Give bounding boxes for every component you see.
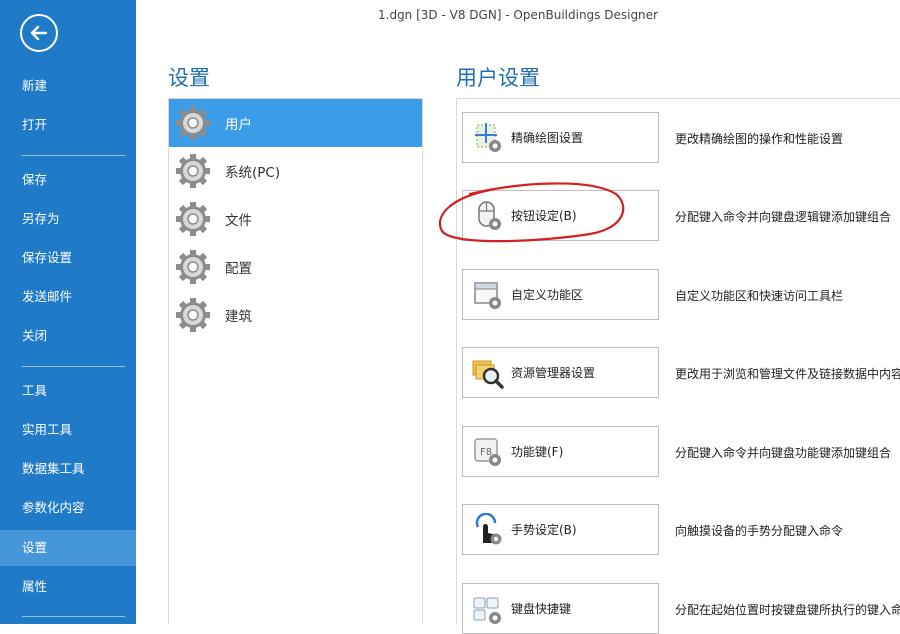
menu-tools[interactable]: 工具 (0, 373, 136, 409)
accudraw-settings-button[interactable]: 精确绘图设置 (462, 112, 659, 163)
function-keys-button[interactable]: F8 功能键(F) (462, 426, 659, 477)
category-label: 文件 (225, 213, 252, 229)
menu-new[interactable]: 新建 (0, 68, 136, 104)
category-label: 用户 (225, 117, 252, 133)
category-user[interactable]: 用户 (169, 99, 422, 147)
menu-parametric-content[interactable]: 参数化内容 (0, 490, 136, 526)
gesture-icon (475, 512, 502, 544)
menu-divider (22, 616, 125, 617)
setting-description: 向触摸设备的手势分配键入命令 (675, 524, 844, 538)
menu-divider (22, 155, 125, 156)
menu-save[interactable]: 保存 (0, 162, 136, 198)
gear-icon (176, 250, 210, 284)
category-file[interactable]: 文件 (169, 195, 422, 243)
menu-divider (22, 366, 125, 367)
setting-label: 资源管理器设置 (511, 366, 596, 380)
setting-description: 分配在起始位置时按键盘键所执行的键入命令 (675, 603, 900, 617)
customize-ribbon-icon (474, 281, 501, 309)
gear-icon (176, 154, 210, 188)
explorer-settings-button[interactable]: 资源管理器设置 (462, 347, 659, 398)
backstage-sidebar: 新建 打开 保存 另存为 保存设置 发送邮件 关闭 工具 实用工具 数据集工具 … (0, 0, 136, 624)
setting-label: 手势设定(B) (511, 523, 577, 537)
menu-properties[interactable]: 属性 (0, 569, 136, 605)
gear-icon (176, 202, 210, 236)
setting-label: 精确绘图设置 (511, 131, 584, 145)
setting-description: 更改精确绘图的操作和性能设置 (675, 132, 844, 146)
setting-description: 更改用于浏览和管理文件及链接数据中内容 (675, 367, 900, 381)
category-label: 系统(PC) (225, 165, 281, 181)
settings-heading: 设置 (168, 66, 210, 90)
menu-save-settings[interactable]: 保存设置 (0, 240, 136, 276)
customize-ribbon-button[interactable]: 自定义功能区 (462, 269, 659, 320)
settings-category-list: 用户 系统(PC) 文件 配置 建筑 (168, 98, 423, 624)
back-button[interactable] (20, 14, 58, 52)
menu-open[interactable]: 打开 (0, 107, 136, 143)
category-system[interactable]: 系统(PC) (169, 147, 422, 195)
setting-description: 分配键入命令并向键盘逻辑键添加键组合 (675, 210, 892, 224)
accudraw-settings-icon (475, 122, 501, 152)
setting-description: 自定义功能区和快速访问工具栏 (675, 289, 844, 303)
user-settings-heading: 用户设置 (456, 66, 540, 90)
menu-dataset-tools[interactable]: 数据集工具 (0, 451, 136, 487)
menu-send-mail[interactable]: 发送邮件 (0, 279, 136, 315)
keyboard-shortcut-icon (473, 597, 501, 624)
category-building[interactable]: 建筑 (169, 291, 422, 339)
menu-utilities[interactable]: 实用工具 (0, 412, 136, 448)
gear-icon (176, 106, 210, 140)
setting-label: 键盘快捷键 (511, 602, 572, 616)
setting-label: 自定义功能区 (511, 288, 584, 302)
category-label: 建筑 (225, 309, 252, 325)
gear-icon (176, 298, 210, 332)
category-configuration[interactable]: 配置 (169, 243, 422, 291)
keyboard-shortcuts-button[interactable]: 键盘快捷键 (462, 583, 659, 634)
back-arrow-icon (30, 25, 48, 41)
window-title: 1.dgn [3D - V8 DGN] - OpenBuildings Desi… (378, 8, 658, 22)
menu-save-as[interactable]: 另存为 (0, 201, 136, 237)
setting-label: 功能键(F) (511, 445, 564, 459)
setting-label: 按钮设定(B) (511, 209, 577, 223)
category-label: 配置 (225, 261, 252, 277)
gesture-settings-button[interactable]: 手势设定(B) (462, 504, 659, 555)
menu-close[interactable]: 关闭 (0, 318, 136, 354)
menu-settings[interactable]: 设置 (0, 530, 136, 566)
mouse-button-icon (478, 200, 501, 230)
setting-description: 分配键入命令并向键盘功能键添加键组合 (675, 446, 892, 460)
function-keys-icon: F8 (474, 437, 501, 466)
button-assignments-button[interactable]: 按钮设定(B) (462, 190, 659, 241)
explorer-settings-icon (472, 360, 504, 389)
